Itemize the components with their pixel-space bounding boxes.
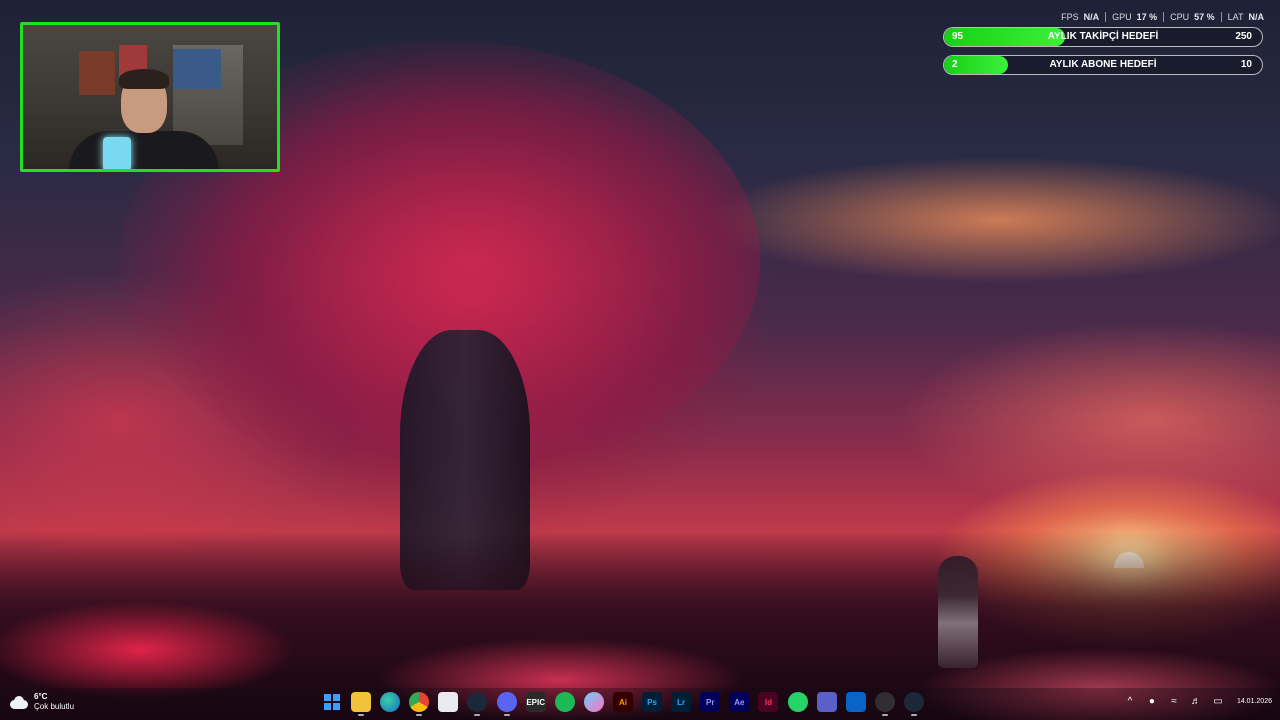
performance-stats: FPS N/A GPU 17 % CPU 57 % LAT N/A xyxy=(1055,12,1270,22)
start-icon[interactable] xyxy=(322,692,342,712)
steam-icon[interactable] xyxy=(467,692,488,716)
chrome-icon[interactable] xyxy=(409,692,430,716)
photoshop-icon[interactable]: Ps xyxy=(642,692,663,712)
follower-goal-bar: 95 AYLIK TAKİPÇİ HEDEFİ 250 xyxy=(943,27,1263,47)
steam-icon[interactable] xyxy=(903,692,924,716)
illustrator-icon[interactable]: Ai xyxy=(612,692,633,712)
taskbar-apps: EPIC Ai Ps Lr Pr Ae Id xyxy=(322,692,933,716)
weather-temperature: 6°C xyxy=(34,692,48,701)
spotify-icon[interactable] xyxy=(554,692,575,712)
store-icon[interactable] xyxy=(438,692,459,712)
discord-icon[interactable] xyxy=(496,692,517,716)
stat-value: 57 % xyxy=(1194,12,1215,22)
outlook-icon[interactable] xyxy=(845,692,866,712)
goal-title: AYLIK ABONE HEDEFİ xyxy=(1049,59,1157,70)
system-tray: ^ ● ≈ ♬ ▭ 14.01.2026 xyxy=(1123,694,1272,708)
chevron-up-icon[interactable]: ^ xyxy=(1123,694,1137,708)
obs-icon[interactable] xyxy=(874,692,895,716)
stat-label: CPU xyxy=(1170,12,1190,22)
weather-widget[interactable]: 6°C Çok bulutlu xyxy=(8,692,74,712)
teams-icon[interactable] xyxy=(816,692,837,712)
stat-label: GPU xyxy=(1112,12,1132,22)
stat-gpu: GPU 17 % xyxy=(1105,12,1163,22)
lightroom-icon[interactable]: Lr xyxy=(671,692,692,712)
webcam-overlay xyxy=(20,22,280,172)
volume-icon[interactable]: ♬ xyxy=(1189,694,1203,708)
clock[interactable]: 14.01.2026 xyxy=(1237,697,1272,706)
stat-value: N/A xyxy=(1083,12,1100,22)
premiere-icon[interactable]: Pr xyxy=(700,692,721,712)
file-explorer-icon[interactable] xyxy=(351,692,372,716)
taskbar: 6°C Çok bulutlu EPIC Ai Ps Lr Pr Ae Id ^… xyxy=(0,688,1280,720)
stat-fps: FPS N/A xyxy=(1055,12,1105,22)
stat-lat: LAT N/A xyxy=(1220,12,1270,22)
wifi-icon[interactable]: ≈ xyxy=(1167,694,1181,708)
battery-icon[interactable]: ▭ xyxy=(1211,694,1225,708)
clock-date: 14.01.2026 xyxy=(1236,697,1272,705)
stat-value: N/A xyxy=(1248,12,1265,22)
goal-title: AYLIK TAKİPÇİ HEDEFİ xyxy=(1047,31,1159,42)
indesign-icon[interactable]: Id xyxy=(758,692,779,712)
stat-cpu: CPU 57 % xyxy=(1163,12,1221,22)
stat-label: FPS xyxy=(1061,12,1079,22)
webcam-microphone xyxy=(103,137,131,169)
app-icon[interactable] xyxy=(583,692,604,712)
whatsapp-icon[interactable] xyxy=(787,692,808,712)
after-effects-icon[interactable]: Ae xyxy=(729,692,750,712)
goal-target-value: 250 xyxy=(1235,31,1252,42)
stat-value: 17 % xyxy=(1136,12,1158,22)
stat-label: LAT xyxy=(1227,12,1244,22)
microphone-icon[interactable]: ● xyxy=(1145,694,1159,708)
webcam-poster xyxy=(173,49,221,89)
webcam-person-hair xyxy=(119,69,169,89)
webcam-poster xyxy=(79,51,115,95)
weather-condition: Çok bulutlu xyxy=(34,702,75,711)
cloud-icon xyxy=(8,694,30,710)
subscriber-goal-bar: 2 AYLIK ABONE HEDEFİ 10 xyxy=(943,55,1263,75)
desktop: FPS N/A GPU 17 % CPU 57 % LAT N/A 95 AYL… xyxy=(0,0,1280,720)
goal-target-value: 10 xyxy=(1240,59,1252,70)
webcam-person-body xyxy=(69,131,219,169)
wallpaper-figure xyxy=(938,556,978,668)
edge-icon[interactable] xyxy=(380,692,401,712)
epic-games-icon[interactable]: EPIC xyxy=(525,692,546,712)
